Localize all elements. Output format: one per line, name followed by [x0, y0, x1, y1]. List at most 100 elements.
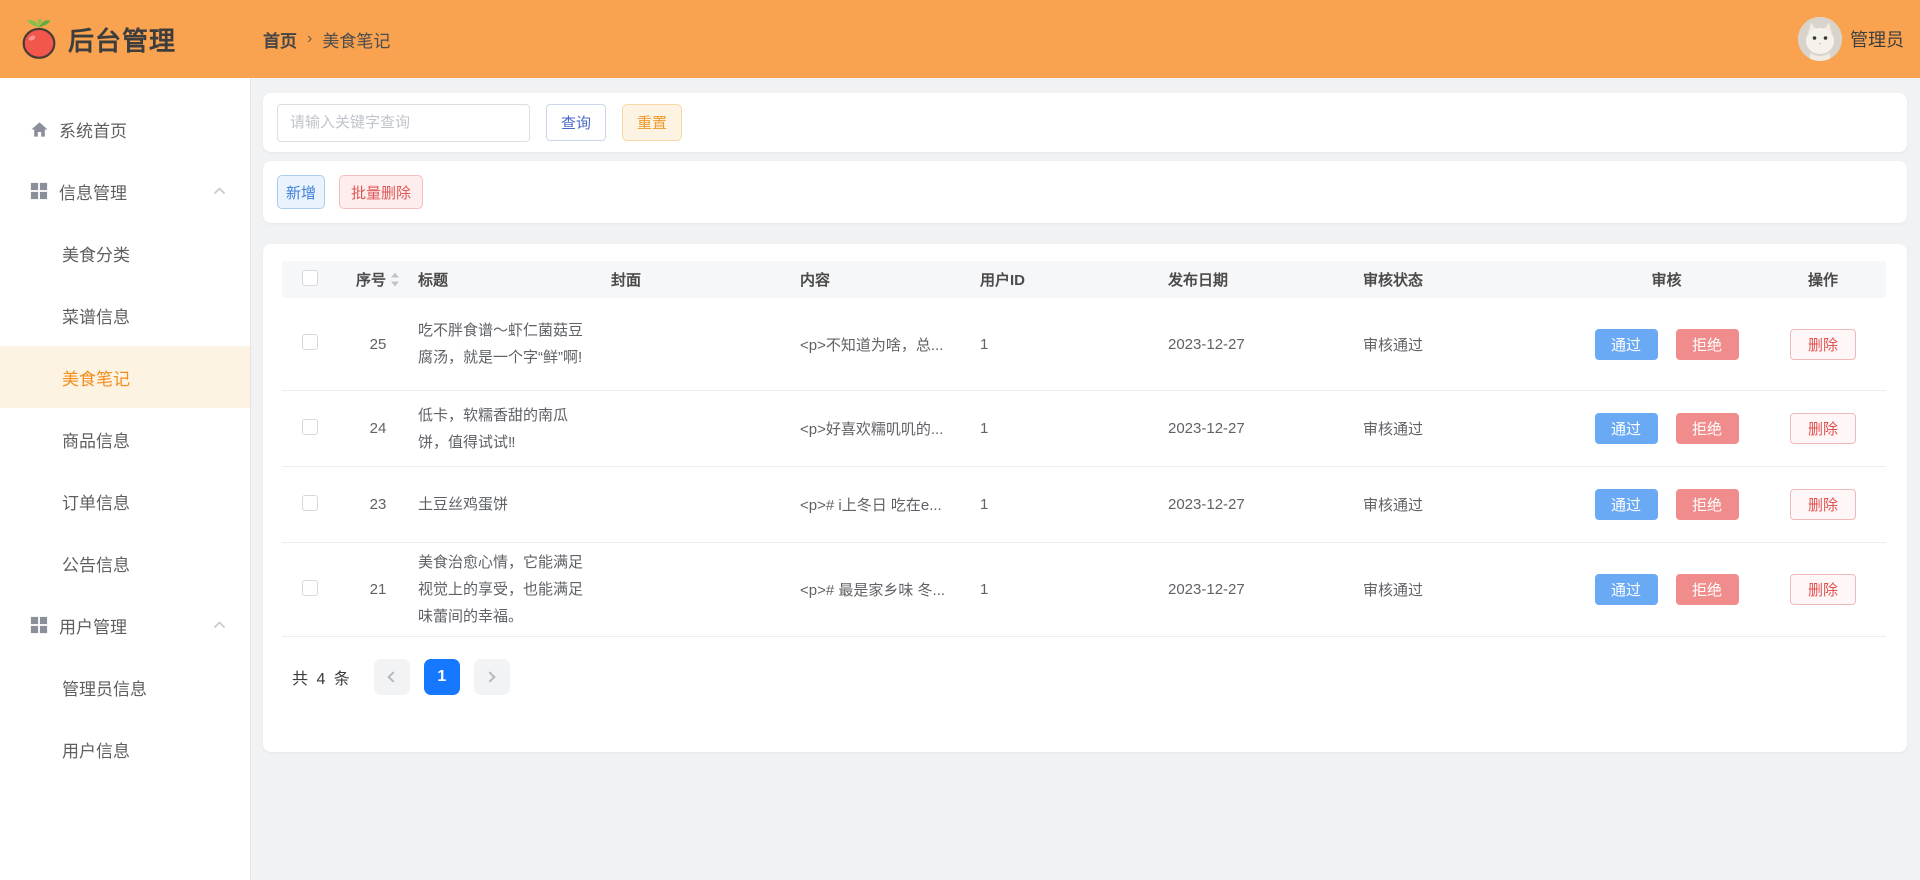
cell-seq: 21 — [369, 581, 387, 598]
cell-seq: 23 — [369, 496, 387, 513]
breadcrumb-current: 美食笔记 — [322, 31, 391, 51]
pagination-next-button[interactable] — [473, 659, 510, 695]
cell-date: 2023-12-27 — [1168, 420, 1245, 437]
cell-content: <p>不知道为啥，总... — [800, 336, 944, 354]
search-input[interactable] — [277, 103, 530, 142]
column-header-userid: 用户ID — [980, 272, 1026, 289]
sidebar-item-user-info[interactable]: 用户信息 — [0, 718, 250, 780]
row-checkbox[interactable] — [302, 418, 318, 435]
approve-button[interactable]: 通过 — [1594, 489, 1658, 520]
sidebar-group-info-management[interactable]: 信息管理 — [0, 160, 250, 222]
delete-button[interactable]: 删除 — [1790, 574, 1856, 605]
reject-button[interactable]: 拒绝 — [1675, 413, 1739, 444]
approve-button[interactable]: 通过 — [1594, 328, 1658, 360]
table-row: 25 吃不胖食谱～虾仁菌菇豆腐汤，就是一个字“鲜”啊! <p>不知道为啥，总..… — [282, 298, 1886, 391]
sidebar-group-user-management[interactable]: 用户管理 — [0, 594, 250, 656]
cell-userid: 1 — [980, 335, 989, 353]
sidebar-item-label: 管理员信息 — [62, 679, 147, 699]
sidebar-item-announcement-info[interactable]: 公告信息 — [0, 532, 250, 594]
approve-button[interactable]: 通过 — [1594, 413, 1658, 444]
pagination-prev-button[interactable] — [373, 659, 410, 695]
chevron-right-icon — [484, 671, 496, 683]
sidebar-item-system-home[interactable]: 系统首页 — [0, 98, 250, 160]
reject-button[interactable]: 拒绝 — [1675, 489, 1739, 520]
sidebar-item-product-info[interactable]: 商品信息 — [0, 408, 250, 470]
approve-button[interactable]: 通过 — [1594, 574, 1658, 605]
cell-seq: 25 — [369, 335, 387, 353]
toolbar-panel: 新增 批量删除 — [263, 161, 1907, 223]
table-header-row: 序号 标题 封面 内容 用户ID 发布日期 审核状态 审核 操作 — [282, 261, 1886, 298]
chevron-up-icon — [213, 187, 226, 196]
row-checkbox[interactable] — [302, 334, 318, 350]
sidebar-item-label: 公告信息 — [62, 555, 130, 575]
cell-date: 2023-12-27 — [1168, 335, 1245, 353]
header-user-area: 管理员 — [1798, 17, 1920, 61]
sidebar-item-label: 用户信息 — [62, 741, 130, 761]
app-title: 后台管理 — [68, 25, 177, 56]
user-avatar[interactable] — [1798, 17, 1842, 61]
cell-date: 2023-12-27 — [1168, 581, 1245, 598]
sidebar-group-label: 信息管理 — [59, 183, 127, 203]
add-button[interactable]: 新增 — [277, 175, 325, 209]
table-row: 21 美食治愈心情，它能满足视觉上的享受，也能满足味蕾间的幸福。 <p># 最是… — [282, 543, 1886, 637]
row-checkbox[interactable] — [302, 579, 318, 596]
column-header-content: 内容 — [800, 272, 831, 289]
column-header-date: 发布日期 — [1168, 272, 1229, 289]
reject-button[interactable]: 拒绝 — [1675, 574, 1739, 605]
column-header-title: 标题 — [418, 272, 449, 289]
breadcrumb-separator-icon: › — [307, 30, 313, 47]
cell-seq: 24 — [369, 420, 387, 437]
sidebar-item-label: 美食分类 — [62, 245, 130, 265]
column-header-status: 审核状态 — [1363, 272, 1424, 289]
cell-status: 审核通过 — [1363, 497, 1424, 514]
delete-button[interactable]: 删除 — [1790, 413, 1856, 444]
cell-title: 美食治愈心情，它能满足视觉上的享受，也能满足味蕾间的幸福。 — [418, 554, 584, 625]
select-all-checkbox[interactable] — [302, 269, 318, 286]
query-button[interactable]: 查询 — [546, 104, 606, 141]
sidebar-item-admin-info[interactable]: 管理员信息 — [0, 656, 250, 718]
sidebar-item-label: 系统首页 — [59, 121, 127, 141]
cell-title: 吃不胖食谱～虾仁菌菇豆腐汤，就是一个字“鲜”啊! — [418, 322, 584, 366]
reset-button[interactable]: 重置 — [622, 104, 682, 141]
sidebar-item-food-category[interactable]: 美食分类 — [0, 222, 250, 284]
cell-status: 审核通过 — [1363, 582, 1424, 599]
column-header-cover: 封面 — [611, 272, 642, 289]
cell-content: <p># 最是家乡味 冬... — [800, 582, 946, 599]
data-table-panel: 序号 标题 封面 内容 用户ID 发布日期 审核状态 审核 操作 25 吃不胖食… — [263, 244, 1907, 752]
sidebar-item-order-info[interactable]: 订单信息 — [0, 470, 250, 532]
table-row: 24 低卡，软糯香甜的南瓜饼，值得试试‼ <p>好喜欢糯叽叽的... 1 202… — [282, 391, 1886, 467]
pagination-total: 共 4 条 — [292, 671, 352, 688]
sidebar-item-label: 菜谱信息 — [62, 307, 130, 327]
breadcrumb: 首页 › 美食笔记 — [263, 27, 390, 52]
pagination: 共 4 条 1 — [282, 659, 1886, 695]
grid-icon — [30, 616, 49, 635]
sidebar-nav: 系统首页 信息管理 美食分类 菜谱信息 美食笔记 商品信息 订单信息 公告信息 — [0, 78, 251, 880]
sort-icons[interactable] — [390, 272, 400, 287]
cell-status: 审核通过 — [1363, 336, 1424, 354]
cell-userid: 1 — [980, 496, 989, 513]
main-content: 查询 重置 新增 批量删除 序号 标题 封面 内容 用户ID 发布日期 — [251, 78, 1920, 880]
sidebar-item-recipe-info[interactable]: 菜谱信息 — [0, 284, 250, 346]
cell-title: 土豆丝鸡蛋饼 — [418, 496, 509, 513]
sidebar-item-label: 美食笔记 — [62, 369, 130, 389]
logo-area: 后台管理 — [0, 16, 251, 62]
delete-button[interactable]: 删除 — [1790, 328, 1856, 360]
pagination-page-1[interactable]: 1 — [423, 659, 460, 695]
tomato-logo-icon — [18, 16, 60, 62]
reject-button[interactable]: 拒绝 — [1675, 328, 1739, 360]
breadcrumb-home-link[interactable]: 首页 — [263, 27, 297, 52]
column-header-seq: 序号 — [355, 272, 386, 289]
delete-button[interactable]: 删除 — [1790, 489, 1856, 520]
cell-userid: 1 — [980, 420, 989, 437]
user-name: 管理员 — [1850, 30, 1904, 50]
cell-content: <p>好喜欢糯叽叽的... — [800, 421, 944, 438]
sidebar-item-label: 商品信息 — [62, 431, 130, 451]
search-panel: 查询 重置 — [263, 93, 1907, 152]
column-header-operation: 操作 — [1807, 272, 1838, 289]
sidebar-item-food-notes[interactable]: 美食笔记 — [0, 346, 250, 408]
batch-delete-button[interactable]: 批量删除 — [339, 175, 423, 209]
row-checkbox[interactable] — [302, 494, 318, 511]
sidebar-group-label: 用户管理 — [59, 617, 127, 637]
chevron-up-icon — [213, 621, 226, 630]
home-icon — [30, 120, 49, 139]
